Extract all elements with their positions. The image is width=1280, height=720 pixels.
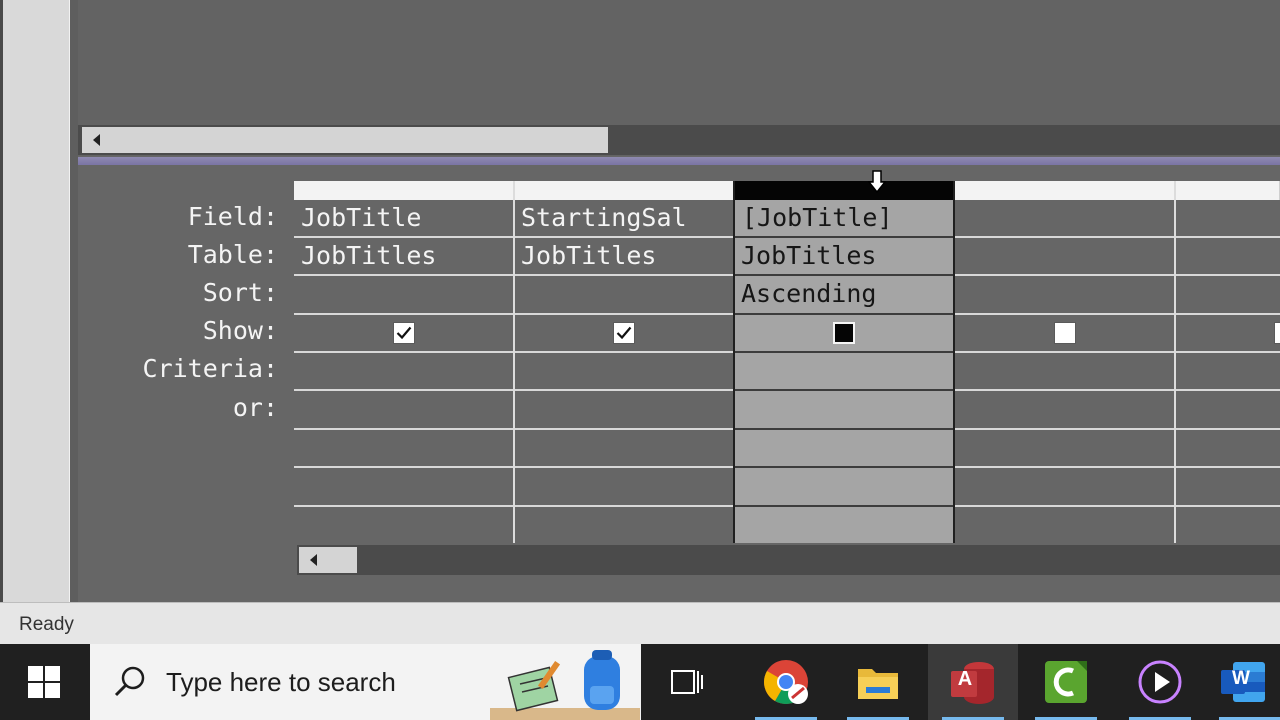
status-text: Ready [19, 614, 74, 635]
access-query-design-window: Field: Table: Sort: Show: Criteria: or: … [0, 0, 1280, 720]
arrow-left-icon [309, 554, 317, 566]
row-label-or: or: [232, 393, 278, 422]
cell-table-2[interactable]: JobTitles [521, 241, 731, 270]
column-selector-3[interactable] [735, 181, 954, 200]
search-icon [114, 666, 145, 697]
row-label-show: Show: [202, 316, 278, 345]
show-checkbox-3[interactable] [833, 322, 855, 344]
row-label-table: Table: [187, 240, 278, 269]
row-label-sort: Sort: [202, 278, 278, 307]
show-checkbox-1[interactable] [393, 322, 415, 344]
grid-line [954, 351, 1280, 353]
scroll-left-button[interactable] [82, 127, 110, 153]
column-select-cursor-icon [868, 170, 886, 194]
file-explorer-icon [858, 669, 898, 699]
windows-taskbar: Type here to search A W [0, 644, 1280, 720]
navigation-pane [0, 0, 70, 602]
task-view-button[interactable] [642, 644, 732, 720]
cell-table-3[interactable]: JobTitles [741, 241, 949, 270]
show-checkbox-5[interactable] [1274, 322, 1280, 344]
grid-line [954, 274, 1280, 276]
cell-field-3[interactable]: [JobTitle] [742, 203, 950, 232]
grid-line [954, 389, 1280, 391]
search-placeholder: Type here to search [166, 667, 396, 697]
grid-line [735, 466, 954, 468]
show-checkbox-2[interactable] [613, 322, 635, 344]
grid-line [954, 428, 1280, 430]
media-player-taskbar-button[interactable] [1115, 644, 1205, 720]
status-bar: Ready [0, 602, 1280, 644]
table-pane-scrollbar[interactable] [78, 125, 1280, 155]
camtasia-taskbar-button[interactable] [1021, 644, 1111, 720]
column-selector-1[interactable] [294, 181, 514, 200]
cell-table-1[interactable]: JobTitles [301, 241, 511, 270]
grid-line [954, 466, 1280, 468]
cell-sort-3[interactable]: Ascending [741, 279, 949, 308]
design-grid-scrollbar[interactable] [297, 545, 1280, 575]
grid-line [735, 351, 954, 353]
cell-field-2[interactable]: StartingSal [521, 203, 731, 232]
grid-scroll-left-button[interactable] [299, 547, 327, 573]
column-separator[interactable] [1174, 181, 1176, 543]
word-icon-letter: W [1232, 668, 1250, 689]
checkmark-icon [616, 326, 632, 340]
chrome-icon [764, 660, 808, 704]
grid-line [735, 236, 954, 238]
row-label-criteria: Criteria: [142, 354, 278, 383]
column-selector-4[interactable] [955, 181, 1175, 200]
taskbar-search-box[interactable]: Type here to search [90, 644, 641, 720]
arrow-left-icon [92, 134, 100, 146]
cell-field-1[interactable]: JobTitle [301, 203, 511, 232]
column-separator[interactable] [733, 181, 735, 543]
row-label-field: Field: [187, 202, 278, 231]
grid-line [954, 505, 1280, 507]
column-selector-2[interactable] [514, 181, 735, 200]
pane-splitter[interactable] [78, 157, 1280, 165]
column-separator[interactable] [953, 181, 955, 543]
camtasia-icon [1045, 661, 1087, 703]
chrome-taskbar-button[interactable] [741, 644, 831, 720]
scrollbar-thumb[interactable] [110, 127, 608, 153]
window-edge [0, 0, 3, 602]
file-explorer-taskbar-button[interactable] [833, 644, 923, 720]
grid-scrollbar-thumb[interactable] [327, 547, 357, 573]
grid-line [735, 389, 954, 391]
media-player-icon [1138, 660, 1182, 704]
grid-line [735, 313, 954, 315]
navigation-pane-edge [0, 0, 78, 602]
task-view-icon [671, 670, 703, 694]
grid-line [954, 236, 1280, 238]
grid-line [735, 274, 954, 276]
access-icon-letter: A [957, 668, 973, 690]
show-checkbox-4[interactable] [1054, 322, 1076, 344]
grid-line [954, 313, 1280, 315]
grid-line [735, 505, 954, 507]
column-selector-5[interactable] [1175, 181, 1280, 200]
column-separator[interactable] [513, 181, 515, 543]
grid-line [735, 428, 954, 430]
start-button[interactable] [0, 644, 88, 720]
checkmark-icon [396, 326, 412, 340]
windows-logo-icon [28, 666, 60, 698]
search-highlight-icon[interactable] [490, 646, 640, 720]
